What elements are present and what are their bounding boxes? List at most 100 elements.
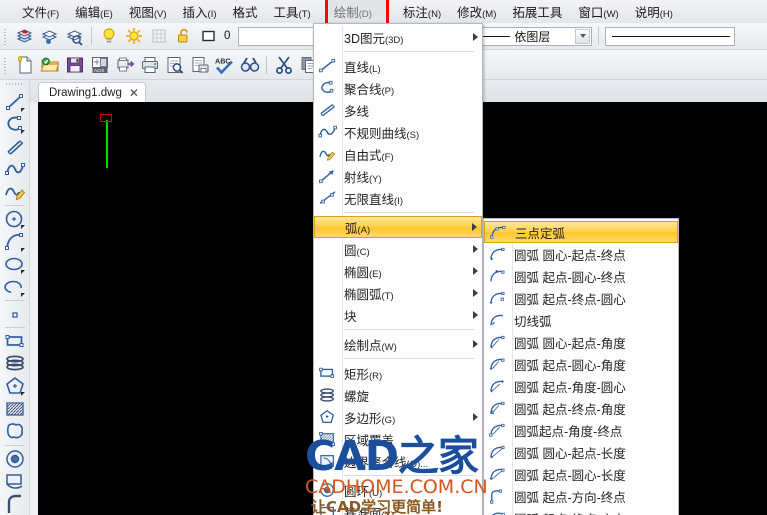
draw-menu-item-16[interactable]: 多边形(G) bbox=[314, 406, 482, 428]
arc-submenu-item-7[interactable]: 圆弧 起点-角度-圆心 bbox=[484, 375, 678, 397]
region-tool-icon[interactable] bbox=[2, 420, 28, 443]
draw-menu-item-7[interactable]: 无限直线(I) bbox=[314, 187, 482, 209]
hatch-tool-icon[interactable] bbox=[2, 398, 28, 421]
arc-start-angle-end-icon bbox=[484, 420, 512, 440]
print-preview-icon[interactable] bbox=[163, 53, 186, 76]
draw-menu-item-0[interactable]: 3D图元(3D) bbox=[314, 26, 482, 48]
tab-drawing1[interactable]: Drawing1.dwg ✕ bbox=[38, 82, 146, 102]
sun-icon[interactable] bbox=[122, 25, 145, 48]
draw-menu-item-17[interactable]: 区域覆盖 bbox=[314, 428, 482, 450]
arc-submenu-item-6[interactable]: 圆弧 起点-圆心-角度 bbox=[484, 353, 678, 375]
menu-item-5[interactable]: 工具(T) bbox=[266, 0, 319, 23]
multiline-tool-icon[interactable] bbox=[2, 135, 28, 158]
draw-menu-item-mnemonic: (L) bbox=[369, 63, 381, 75]
arc-submenu-item-2[interactable]: 圆弧 起点-圆心-终点 bbox=[484, 265, 678, 287]
find-icon[interactable] bbox=[238, 53, 261, 76]
draw-menu-item-10[interactable]: 椭圆(E) bbox=[314, 260, 482, 282]
menu-item-0[interactable]: 文件(F) bbox=[14, 0, 67, 23]
chevron-down-icon-2[interactable] bbox=[575, 28, 591, 44]
draw-menu-item-12[interactable]: 块 bbox=[314, 304, 482, 326]
boundary-tool-icon[interactable] bbox=[2, 493, 28, 515]
draw-toolbar-grip[interactable] bbox=[5, 82, 24, 88]
point-tool-icon[interactable] bbox=[2, 303, 28, 326]
color-swatch-icon[interactable] bbox=[197, 25, 220, 48]
draw-toolbar-sep bbox=[4, 204, 25, 206]
draw-menu-item-label: 多边形(G) bbox=[344, 411, 396, 426]
arc-tool-icon[interactable] bbox=[2, 230, 28, 253]
spell-check-icon[interactable]: ABC bbox=[213, 53, 236, 76]
draw-menu-item-8[interactable]: 弧(A) bbox=[314, 216, 482, 238]
arc-submenu-item-9[interactable]: 圆弧起点-角度-终点 bbox=[484, 419, 678, 441]
layers-icon[interactable] bbox=[13, 25, 36, 48]
menu-separator bbox=[344, 212, 474, 213]
draw-menu-item-5[interactable]: 自由式(F) bbox=[314, 143, 482, 165]
close-icon[interactable]: ✕ bbox=[129, 87, 139, 99]
menu-item-9[interactable]: 拓展工具 bbox=[504, 0, 570, 23]
helix-tool-icon[interactable] bbox=[2, 353, 28, 376]
arc-submenu-item-5[interactable]: 圆弧 圆心-起点-角度 bbox=[484, 331, 678, 353]
spline-tool-icon[interactable] bbox=[2, 158, 28, 181]
freehand-tool-icon[interactable] bbox=[2, 180, 28, 203]
draw-menu-item-2[interactable]: 聚合线(P) bbox=[314, 77, 482, 99]
save-dwg-icon[interactable]: ACIS bbox=[88, 53, 111, 76]
menu-item-11[interactable]: 说明(H) bbox=[627, 0, 681, 23]
draw-menu-item-20[interactable]: 基准面(X) bbox=[314, 501, 482, 515]
menu-item-4[interactable]: 格式 bbox=[225, 0, 266, 23]
arc-submenu-item-8[interactable]: 圆弧 起点-终点-角度 bbox=[484, 397, 678, 419]
lightbulb-icon[interactable] bbox=[97, 25, 120, 48]
draw-menu-item-1[interactable]: 直线(L) bbox=[314, 55, 482, 77]
menu-item-1[interactable]: 编辑(E) bbox=[67, 0, 121, 23]
cut-icon[interactable] bbox=[272, 53, 295, 76]
polyline-tool-icon[interactable] bbox=[2, 113, 28, 136]
arc-submenu-item-10[interactable]: 圆弧 圆心-起点-长度 bbox=[484, 441, 678, 463]
no-icon bbox=[314, 261, 342, 281]
lock-icon[interactable] bbox=[172, 25, 195, 48]
lineweight-combo[interactable] bbox=[605, 26, 736, 46]
draw-menu-item-15[interactable]: 螺旋 bbox=[314, 384, 482, 406]
draw-menu-item-18[interactable]: 边界聚合线(O)... bbox=[314, 450, 482, 472]
rectangle-tool-icon[interactable] bbox=[2, 330, 28, 353]
polygon-tool-icon[interactable] bbox=[2, 375, 28, 398]
menu-item-7[interactable]: 标注(N) bbox=[395, 0, 449, 23]
draw-menu-item-3[interactable]: 多线 bbox=[314, 99, 482, 121]
circle-tool-icon[interactable] bbox=[2, 208, 28, 231]
new-file-icon[interactable] bbox=[13, 53, 36, 76]
layer-previous-icon[interactable] bbox=[63, 25, 86, 48]
open-file-icon[interactable] bbox=[38, 53, 61, 76]
ellipse-arc-tool-icon[interactable] bbox=[2, 275, 28, 298]
menu-item-2[interactable]: 视图(V) bbox=[121, 0, 175, 23]
menu-item-8[interactable]: 修改(M) bbox=[449, 0, 504, 23]
save-icon[interactable] bbox=[63, 53, 86, 76]
arc-submenu-item-4[interactable]: 切线弧 bbox=[484, 309, 678, 331]
toolbar-grip[interactable] bbox=[3, 27, 10, 45]
arc-submenu-item-1[interactable]: 圆弧 圆心-起点-终点 bbox=[484, 243, 678, 265]
draw-menu-item-mnemonic: (T) bbox=[381, 290, 394, 302]
arc-submenu-item-12[interactable]: 圆弧 起点-方向-终点 bbox=[484, 485, 678, 507]
line-tool-icon[interactable] bbox=[2, 90, 28, 113]
draw-menu-item-4[interactable]: 不规则曲线(S) bbox=[314, 121, 482, 143]
layer-new-icon[interactable] bbox=[38, 25, 61, 48]
publish-icon[interactable] bbox=[188, 53, 211, 76]
draw-menu-item-6[interactable]: 射线(Y) bbox=[314, 165, 482, 187]
draw-menu-item-14[interactable]: 矩形(R) bbox=[314, 362, 482, 384]
toolbar-grip-2[interactable] bbox=[3, 55, 10, 74]
ellipse-tool-icon[interactable] bbox=[2, 253, 28, 276]
draw-menu-item-label: 直线(L) bbox=[344, 60, 381, 75]
arc-submenu-item-13[interactable]: 圆弧 起点-终点-方向 bbox=[484, 507, 678, 515]
donut-tool-icon[interactable] bbox=[2, 448, 28, 471]
arc-submenu-item-3[interactable]: 圆弧 起点-终点-圆心 bbox=[484, 287, 678, 309]
menu-item-6[interactable]: 绘制(D) bbox=[324, 0, 389, 26]
draw-menu-item-11[interactable]: 椭圆弧(T) bbox=[314, 282, 482, 304]
draw-menu-item-19[interactable]: 圆环(U) bbox=[314, 479, 482, 501]
menu-item-10[interactable]: 窗口(W) bbox=[570, 0, 626, 23]
menu-item-3[interactable]: 插入(I) bbox=[175, 0, 225, 23]
wipeout-tool-icon[interactable] bbox=[2, 470, 28, 493]
draw-menu-item-13[interactable]: 绘制点(W) bbox=[314, 333, 482, 355]
plot-export-icon[interactable] bbox=[113, 53, 136, 76]
arc-submenu-item-11[interactable]: 圆弧 起点-圆心-长度 bbox=[484, 463, 678, 485]
print-icon[interactable] bbox=[138, 53, 161, 76]
arc-submenu-item-label: 三点定弧 bbox=[515, 226, 566, 241]
grid-freeze-icon[interactable] bbox=[147, 25, 170, 48]
draw-menu-item-9[interactable]: 圆(C) bbox=[314, 238, 482, 260]
arc-submenu-item-0[interactable]: 三点定弧 bbox=[484, 221, 678, 243]
